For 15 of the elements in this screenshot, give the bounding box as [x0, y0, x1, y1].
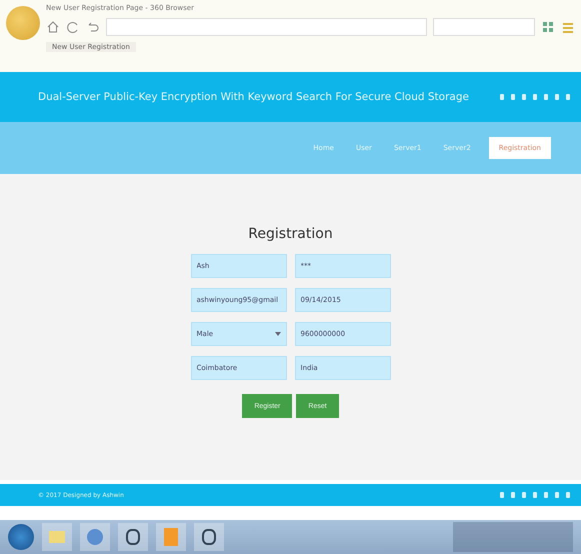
- folder-icon[interactable]: [42, 523, 72, 551]
- home-icon[interactable]: [46, 20, 60, 34]
- browser-icon[interactable]: [80, 523, 110, 551]
- app-icon[interactable]: [156, 523, 186, 551]
- browser-logo-icon: [6, 6, 40, 40]
- site-title: Dual-Server Public-Key Encryption With Keyword Search For Secure Cloud Storage: [38, 91, 469, 103]
- grid-icon[interactable]: [541, 20, 555, 34]
- form-heading: Registration: [248, 226, 333, 242]
- refresh-icon[interactable]: [66, 20, 80, 34]
- undo-icon[interactable]: [86, 20, 100, 34]
- address-bar[interactable]: [106, 18, 427, 36]
- search-field[interactable]: [433, 18, 535, 36]
- start-button[interactable]: [8, 524, 34, 550]
- menu-icon[interactable]: [561, 20, 575, 34]
- caret-icon: [274, 332, 280, 336]
